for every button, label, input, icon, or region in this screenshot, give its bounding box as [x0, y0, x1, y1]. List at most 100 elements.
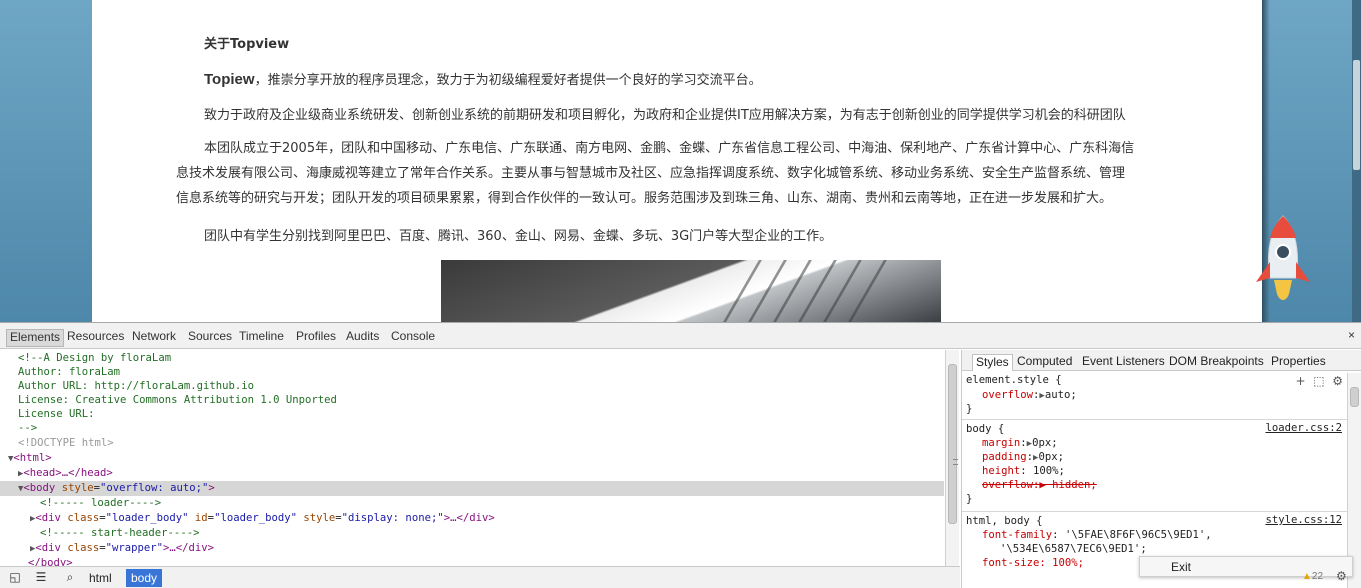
breadcrumb-html[interactable]: html — [84, 569, 117, 587]
dock-icon[interactable]: ◱ — [6, 570, 24, 586]
team-photo — [441, 260, 941, 322]
comment-text: <!----- start-header----> — [40, 527, 200, 539]
warning-count[interactable]: ▲22 — [1302, 571, 1323, 582]
tag-close: >…</div> — [443, 512, 495, 524]
property-value: 0px; — [1038, 451, 1064, 463]
attr-name: class — [67, 512, 100, 524]
rule-property[interactable]: margin:▶0px; — [982, 436, 1058, 450]
devtools-tabbar: Elements Resources Network Sources Timel… — [0, 323, 1361, 349]
dom-body-line-selected[interactable]: ▼<body style="overflow: auto;"> — [0, 481, 944, 496]
tag-close: >…</div> — [163, 542, 215, 554]
elements-tree: <!--A Design by floraLam Author: floraLa… — [0, 350, 944, 566]
dom-comment-line[interactable]: <!----- start-header----> — [40, 526, 944, 541]
tab-timeline[interactable]: Timeline — [236, 328, 287, 346]
page-scrollbar-thumb[interactable] — [1353, 60, 1360, 170]
tab-console[interactable]: Console — [388, 328, 438, 346]
comment-text: License URL: — [18, 408, 95, 420]
property-value: 100%; — [1033, 465, 1065, 477]
styles-pane: Styles Computed Event Listeners DOM Brea… — [961, 350, 1361, 588]
property-name: margin — [982, 437, 1021, 449]
attr-name: class — [67, 542, 100, 554]
rule-property[interactable]: font-family: '\5FAE\8F6F\96C5\9ED1', — [982, 528, 1212, 542]
back-to-top-rocket-icon[interactable] — [1250, 212, 1316, 308]
dom-html-line[interactable]: ▼<html> — [8, 451, 944, 466]
style-rule-body: body { loader.css:2 margin:▶0px; padding… — [962, 420, 1348, 512]
dom-comment-line[interactable]: License: Creative Commons Attribution 1.… — [18, 393, 944, 408]
p3-line-2: 息技术发展有限公司、海康威视等建立了常年合作关系。主要从事与智慧城市及社区、应急… — [176, 166, 1126, 181]
comment-text: <!----- loader----> — [40, 497, 162, 509]
div-tag: <div — [35, 512, 68, 524]
dom-comment-line[interactable]: <!----- loader----> — [40, 496, 944, 511]
about-paragraph-2: 致力于政府及企业级商业系统研发、创新创业系统的前期研发和项目孵化，为政府和企业提… — [204, 108, 1126, 123]
attr-value: "loader_body" — [214, 512, 297, 524]
devtools-panel: Elements Resources Network Sources Timel… — [0, 322, 1361, 588]
dom-body-close-line[interactable]: </body> — [28, 556, 944, 566]
body-tag: <body — [23, 482, 62, 494]
dom-div-loader-line[interactable]: ▶<div class="loader_body" id="loader_bod… — [30, 511, 944, 526]
property-name: padding — [982, 451, 1027, 463]
devtools-footer: ◱ ☰ ⌕ html body — [0, 566, 960, 588]
rule-selector: element.style { — [966, 374, 1062, 386]
dom-div-wrapper-line[interactable]: ▶<div class="wrapper">…</div> — [30, 541, 944, 556]
comment-text: Author URL: http://floraLam.github.io — [18, 380, 254, 392]
rule-property[interactable]: overflow:▶auto; — [982, 388, 1077, 402]
dom-head-line[interactable]: ▶<head>…</head> — [18, 466, 944, 481]
tab-styles[interactable]: Styles — [972, 354, 1013, 371]
tab-resources[interactable]: Resources — [64, 328, 127, 346]
tab-computed[interactable]: Computed — [1014, 354, 1075, 371]
styles-scrollbar-thumb[interactable] — [1350, 387, 1359, 407]
dom-comment-line[interactable]: <!--A Design by floraLam — [18, 351, 944, 366]
rule-property[interactable]: height: 100%; — [982, 464, 1065, 478]
attr-name: style — [61, 482, 94, 494]
page-scrollbar[interactable] — [1352, 0, 1361, 322]
rule-source-link[interactable]: loader.css:2 — [1265, 422, 1342, 434]
settings-gear-icon[interactable]: ⚙ — [1336, 569, 1347, 583]
tab-elements[interactable]: Elements — [6, 329, 65, 347]
rule-property[interactable]: padding:▶0px; — [982, 450, 1064, 464]
tab-event-listeners[interactable]: Event Listeners — [1079, 354, 1168, 371]
elements-scrollbar[interactable] — [945, 350, 959, 566]
dom-doctype-line[interactable]: <!DOCTYPE html> — [18, 436, 944, 451]
dom-comment-line[interactable]: --> — [18, 421, 944, 436]
attr-name: style — [303, 512, 336, 524]
rule-property[interactable]: font-size: 100%; — [982, 556, 1084, 570]
attr-name: id — [194, 512, 208, 524]
p1-text: ，推崇分享开放的程序员理念，致力于为初级编程爱好者提供一个良好的学习交流平台。 — [254, 73, 762, 88]
attr-value: "overflow: auto;" — [99, 482, 209, 494]
dom-comment-line[interactable]: Author URL: http://floraLam.github.io — [18, 379, 944, 394]
doctype-text: <!DOCTYPE html> — [18, 437, 114, 449]
comment-text: Author: floraLam — [18, 366, 121, 378]
about-paragraph-3: 本团队成立于2005年，团队和中国移动、广东电信、广东联通、南方电网、金鹏、金蝶… — [176, 136, 1216, 211]
rule-close: } — [966, 493, 973, 505]
p3-line-3: 信息系统等的研究与开发；团队开发的项目硕果累累，得到合作伙伴的一致认可。服务范围… — [176, 191, 1113, 206]
dom-comment-line[interactable]: Author: floraLam — [18, 365, 944, 380]
about-paragraph-1: Topiew，推崇分享开放的程序员理念，致力于为初级编程爱好者提供一个良好的学习… — [204, 69, 1204, 88]
dom-comment-line[interactable]: License URL: — [18, 407, 944, 422]
tab-network[interactable]: Network — [129, 328, 179, 346]
tab-dom-breakpoints[interactable]: DOM Breakpoints — [1166, 354, 1267, 371]
brand-name: Topiew — [204, 71, 255, 88]
property-value-continued: '\534E\6587\7EC6\9ED1'; — [1000, 543, 1147, 555]
tab-properties[interactable]: Properties — [1268, 354, 1329, 371]
head-tag: <head>…</head> — [23, 467, 113, 479]
p3-line-1: 本团队成立于2005年，团队和中国移动、广东电信、广东联通、南方电网、金鹏、金蝶… — [204, 141, 1135, 156]
tab-profiles[interactable]: Profiles — [293, 328, 339, 346]
rule-source-link[interactable]: style.css:12 — [1265, 514, 1342, 526]
breadcrumb-body[interactable]: body — [126, 569, 163, 587]
tab-sources[interactable]: Sources — [185, 328, 235, 346]
console-drawer-icon[interactable]: ☰ — [32, 570, 50, 586]
overridden-property[interactable]: overflow:▶ hidden; — [982, 478, 1097, 492]
tab-audits[interactable]: Audits — [343, 328, 382, 346]
comment-text: License: Creative Commons Attribution 1.… — [18, 394, 337, 406]
devtools-close-icon[interactable]: × — [1348, 328, 1355, 342]
styles-tabbar: Styles Computed Event Listeners DOM Brea… — [962, 350, 1361, 371]
property-name: overflow — [982, 389, 1034, 401]
property-value: auto; — [1044, 389, 1077, 401]
attr-value: "loader_body" — [105, 512, 189, 524]
property-value: '\5FAE\8F6F\96C5\9ED1', — [1064, 529, 1212, 541]
property-name: font-family — [982, 529, 1053, 541]
elements-scrollbar-thumb[interactable] — [948, 364, 958, 524]
style-rule-element: element.style { overflow:▶auto; } — [962, 372, 1348, 420]
search-icon[interactable]: ⌕ — [61, 570, 79, 586]
body-close-tag: </body> — [28, 557, 73, 566]
